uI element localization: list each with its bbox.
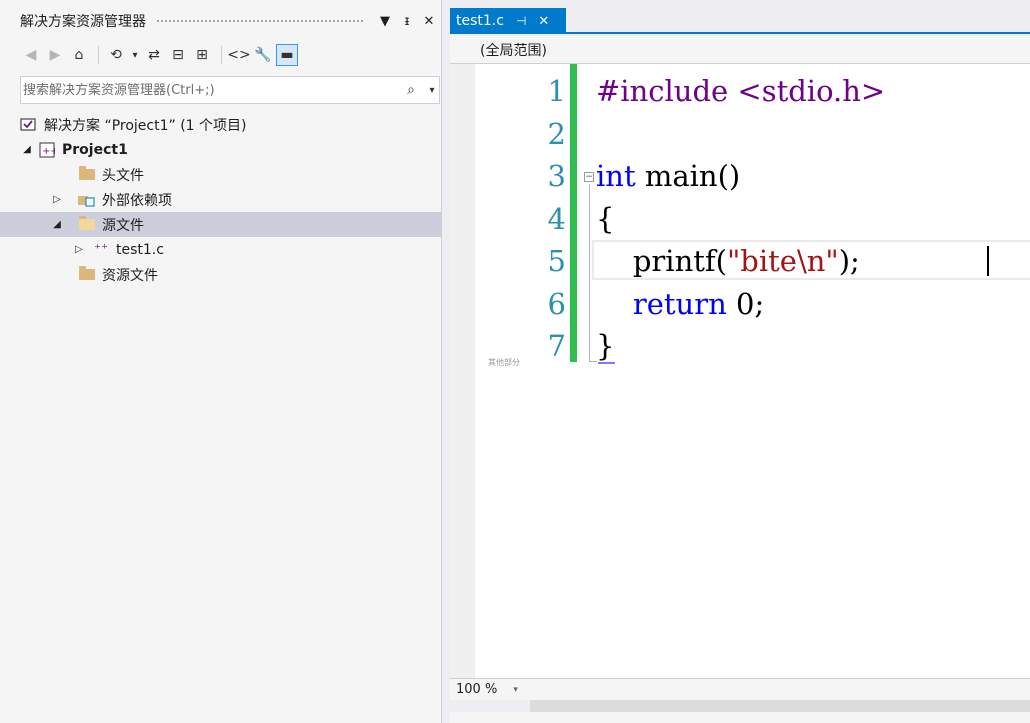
properties-wrench-icon[interactable]: 🔧 [252,44,274,66]
code-text: return 0; [596,283,764,326]
window-position-dropdown-icon[interactable]: ▼ [376,14,394,29]
scope-dropdown[interactable]: (全局范围) [480,40,547,60]
zoom-dropdown-icon[interactable]: ▾ [513,685,518,695]
ide-window: 解决方案资源管理器 ▼ ᵻ ✕ ◀ ▶ ⌂ ⟲ ▾ ⇄ ⊟ ⊞ <> 🔧 ▬ ⌕… [0,0,1030,723]
outline-fold-line [589,184,590,362]
search-input[interactable] [23,82,397,98]
solution-explorer-titlebar: 解决方案资源管理器 ▼ ᵻ ✕ [0,8,442,34]
solution-explorer-panel: 解决方案资源管理器 ▼ ᵻ ✕ ◀ ▶ ⌂ ⟲ ▾ ⇄ ⊟ ⊞ <> 🔧 ▬ ⌕… [0,0,442,723]
expanded-arrow-icon[interactable]: ◢ [20,144,34,155]
tree-item-label: test1.c [116,241,164,258]
tree-item-label: 源文件 [102,217,144,234]
line-number: 6 [547,286,566,321]
back-icon[interactable]: ◀ [20,44,42,66]
sync-with-document-icon[interactable]: ⇄ [143,44,165,66]
close-tab-icon[interactable]: ✕ [538,14,549,29]
auto-hide-pin-icon[interactable]: ᵻ [398,14,416,29]
tree-item-label: 资源文件 [102,267,158,284]
line-number: 4 [547,201,566,236]
search-icon[interactable]: ⌕ [397,82,425,98]
solution-icon [20,117,38,133]
brace-match-underline [598,362,615,364]
code-token: "bite\n" [726,244,839,278]
collapsed-arrow-icon[interactable]: ▷ [50,194,64,205]
tree-item-source-files[interactable]: ◢ 源文件 [0,212,442,237]
solution-explorer-search: ⌕ ▾ [20,76,440,104]
tab-test1-c[interactable]: test1.c ⊣ ✕ [450,8,566,34]
tree-item-header-files[interactable]: 头文件 [20,162,442,187]
saved-changes-indicator [570,64,577,362]
line-number: 1 [547,74,566,108]
code-token: main() [635,159,741,193]
filter-dropdown-icon[interactable]: ▾ [129,44,141,66]
line-number: 2 [547,116,566,151]
tree-item-label: Project1 [62,141,128,158]
text-caret [987,246,989,276]
code-editor[interactable]: − 其他部分 1 #include <stdio.h> 2 3 int main() 4{… [450,64,1030,678]
expanded-arrow-icon[interactable]: ◢ [50,219,64,230]
drag-grip[interactable] [156,18,364,24]
code-text: int main() [596,155,740,198]
open-folder-icon [78,216,96,233]
external-dependencies-icon [78,192,96,208]
tree-item-resource-files[interactable]: 资源文件 [20,262,442,287]
close-panel-icon[interactable]: ✕ [420,14,438,29]
code-token: printf( [596,244,727,278]
code-text: printf("bite\n"); [596,240,860,283]
code-token: } [596,329,615,363]
code-token: ); [838,244,860,278]
solution-explorer-toolbar: ◀ ▶ ⌂ ⟲ ▾ ⇄ ⊟ ⊞ <> 🔧 ▬ [20,40,300,70]
horizontal-scrollbar[interactable] [530,700,1030,712]
collapse-all-icon[interactable]: ⊟ [167,44,189,66]
forward-icon[interactable]: ▶ [44,44,66,66]
tab-label: test1.c [456,13,504,29]
code-text: { [596,198,614,241]
editor-left-margin [450,64,475,678]
tree-item-label: 外部依赖项 [102,192,172,209]
pending-changes-filter-icon[interactable]: ⟲ [105,44,127,66]
toolbar-separator [98,46,99,64]
tree-item-external-dependencies[interactable]: ▷ 外部依赖项 [20,187,442,212]
document-tab-bar: test1.c ⊣ ✕ [450,8,1030,34]
toolbar-separator [221,46,222,64]
folder-icon [78,166,96,183]
c-source-file-icon: ⁺⁺ [94,242,108,257]
home-icon[interactable]: ⌂ [68,44,90,66]
tree-item-solution[interactable]: 解决方案 “Project1” (1 个项目) [20,112,442,137]
svg-text:++: ++ [42,146,55,157]
code-token: return [596,286,727,321]
tree-item-label: 头文件 [102,167,144,184]
scope-navigation-bar[interactable]: (全局范围) [450,36,1030,64]
tree-item-test1-c[interactable]: ▷ ⁺⁺ test1.c [20,237,442,262]
folder-icon [78,266,96,283]
code-token: int [596,159,636,193]
code-token: 0; [726,286,765,321]
solution-explorer-title: 解决方案资源管理器 [20,14,146,30]
cpp-project-icon: ++ [38,141,56,158]
code-token: #include <stdio.h> [596,74,886,108]
line-number: 3 [547,159,566,193]
collapsed-arrow-icon[interactable]: ▷ [72,244,86,255]
line-number: 5 [547,244,566,278]
zoom-level[interactable]: 100 % [456,682,497,697]
collapse-region-icon[interactable]: − [584,172,594,182]
tree-item-label: 解决方案 “Project1” (1 个项目) [44,117,247,134]
tree-item-project[interactable]: ◢ ++ Project1 [20,137,442,162]
view-code-icon[interactable]: <> [227,44,250,66]
solution-tree: 解决方案 “Project1” (1 个项目) ◢ ++ Project1 头文… [0,112,442,287]
code-token: { [596,201,615,236]
pin-tab-icon[interactable]: ⊣ [516,14,526,28]
code-text: #include <stdio.h> [596,70,885,113]
search-options-dropdown-icon[interactable]: ▾ [425,85,439,96]
line-number: 7 [547,329,566,363]
preview-selected-items-icon[interactable]: ▬ [276,44,298,66]
show-all-files-icon[interactable]: ⊞ [191,44,213,66]
editor-bottom-bar: 100 % ▾ [450,678,1030,700]
